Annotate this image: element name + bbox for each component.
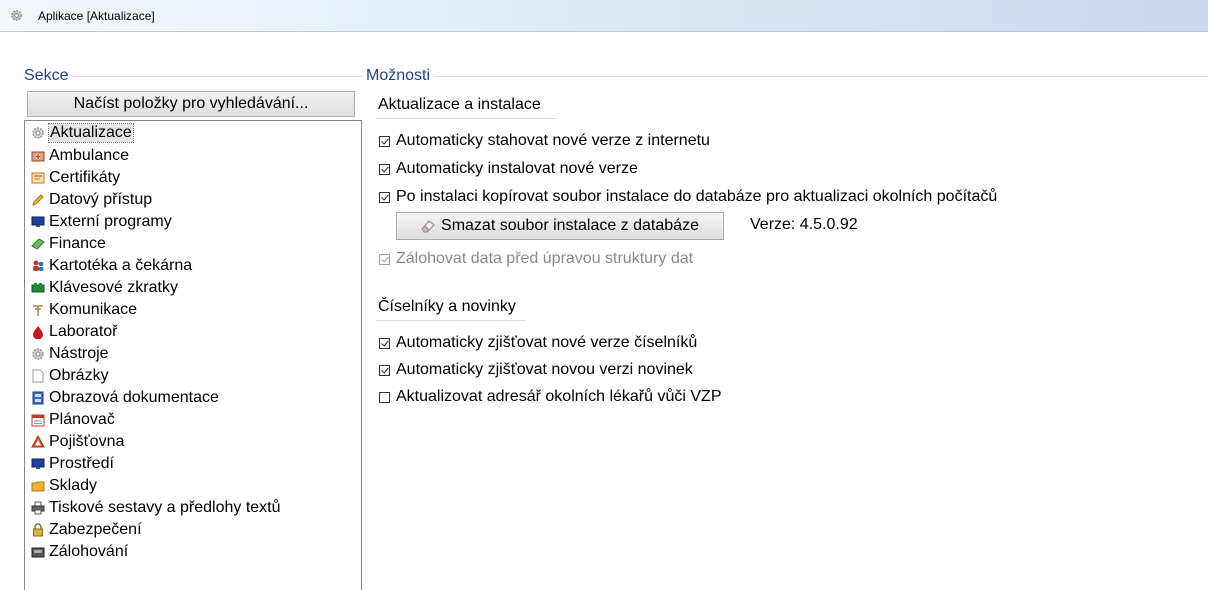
sidebar-item-obrazky[interactable]: Obrázky — [31, 365, 109, 387]
pencil-icon — [32, 194, 44, 206]
version-text: Verze: 4.5.0.92 — [750, 216, 858, 233]
sidebar-item-label: Datový přístup — [49, 191, 153, 208]
sidebar-item-label: Sklady — [49, 477, 98, 494]
monitor-icon — [31, 216, 45, 227]
sidebar-item-label: Obrazová dokumentace — [49, 389, 219, 406]
codelists-section-title: Číselníky a novinky — [378, 298, 516, 315]
download-auto-checkbox[interactable] — [379, 135, 390, 147]
sidebar-item-ambulance[interactable]: Ambulance — [31, 145, 129, 167]
sidebar-item-certifikaty[interactable]: Certifikáty — [31, 167, 120, 189]
sidebar-item-tiskove-sestavy[interactable]: Tiskové sestavy a předlohy textů — [31, 497, 281, 519]
delete-install-file-button[interactable]: Smazat soubor instalace z databáze — [396, 212, 724, 240]
sidebar-item-laborator[interactable]: Laboratoř — [31, 321, 118, 343]
sidebar-item-datovy-pristup[interactable]: Datový přístup — [31, 189, 152, 211]
options-group-line — [366, 76, 1208, 77]
sidebar-item-label: Pojišťovna — [49, 433, 125, 450]
sidebar-item-label: Ambulance — [49, 147, 130, 164]
codelist-versions-option[interactable]: Automaticky zjišťovat nové verze číselní… — [378, 332, 697, 354]
codelist-versions-label: Automaticky zjišťovat nové verze číselní… — [396, 334, 698, 351]
sidebar-item-label: Prostředí — [49, 455, 114, 472]
ambulance-icon — [31, 151, 45, 162]
copy-to-db-option[interactable]: Po instalaci kopírovat soubor instalace … — [378, 186, 997, 208]
install-auto-option[interactable]: Automaticky instalovat nové verze — [378, 158, 638, 180]
people-icon — [33, 260, 44, 271]
sidebar-item-klavesove-zkratky[interactable]: Klávesové zkratky — [31, 277, 178, 299]
backup-before-checkbox — [379, 253, 390, 265]
sidebar-item-prostredi[interactable]: Prostředí — [31, 453, 114, 475]
sidebar-item-nastroje[interactable]: Nástroje — [31, 343, 109, 365]
codelists-section-underline — [376, 320, 526, 321]
sidebar-item-finance[interactable]: Finance — [31, 233, 106, 255]
tools-gear-icon — [32, 348, 44, 360]
sidebar-item-label: Nástroje — [49, 345, 109, 362]
monitor-icon — [31, 458, 45, 469]
sections-group-line — [24, 76, 362, 77]
vzp-directory-option[interactable]: Aktualizovat adresář okolních lékařů vůč… — [378, 386, 721, 408]
sidebar-item-kartoteka[interactable]: Kartotéka a čekárna — [31, 255, 192, 277]
antenna-icon — [33, 305, 43, 316]
download-auto-option[interactable]: Automaticky stahovat nové verze z intern… — [378, 130, 710, 152]
sidebar-item-obrazova-dokumentace[interactable]: Obrazová dokumentace — [31, 387, 219, 409]
updates-section-underline — [376, 118, 556, 119]
delete-install-file-label: Smazat soubor instalace z databáze — [441, 217, 699, 234]
sections-list[interactable]: Aktualizace Ambulance Certifikáty Datový… — [24, 120, 362, 590]
sidebar-item-label: Tiskové sestavy a předlohy textů — [49, 499, 281, 516]
sidebar-item-label: Zabezpečení — [49, 521, 142, 538]
insurance-icon — [31, 435, 45, 448]
vzp-directory-checkbox[interactable] — [379, 391, 390, 403]
eraser-icon — [421, 220, 435, 233]
news-version-checkbox[interactable] — [379, 364, 390, 376]
sidebar-item-label: Laboratoř — [49, 323, 118, 340]
options-group-label: Možnosti — [366, 67, 435, 85]
money-icon — [31, 238, 45, 250]
sidebar-item-label: Plánovač — [49, 411, 115, 428]
codelist-versions-checkbox[interactable] — [379, 337, 390, 349]
keyboard-icon — [31, 283, 45, 293]
news-version-label: Automaticky zjišťovat novou verzi novine… — [396, 361, 693, 378]
copy-to-db-checkbox[interactable] — [379, 191, 390, 203]
folder-icon — [31, 481, 45, 492]
sidebar-item-komunikace[interactable]: Komunikace — [31, 299, 137, 321]
sidebar-item-label: Klávesové zkratky — [49, 279, 178, 296]
sidebar-item-label: Kartotéka a čekárna — [49, 257, 193, 274]
image-page-icon — [32, 369, 44, 383]
copy-to-db-label: Po instalaci kopírovat soubor instalace … — [396, 188, 998, 205]
sidebar-item-label: Externí programy — [49, 213, 172, 230]
certificate-icon — [31, 172, 45, 184]
backup-before-option: Zálohovat data před úpravou struktury da… — [378, 248, 693, 270]
film-icon — [32, 391, 44, 405]
sidebar-item-label: Zálohování — [49, 543, 129, 560]
sidebar-item-label: Certifikáty — [49, 169, 121, 186]
sidebar-item-pojistovna[interactable]: Pojišťovna — [31, 431, 124, 453]
sidebar-item-externi-programy[interactable]: Externí programy — [31, 211, 172, 233]
vzp-directory-label: Aktualizovat adresář okolních lékařů vůč… — [396, 388, 722, 405]
backup-before-label: Zálohovat data před úpravou struktury da… — [396, 250, 694, 267]
sections-group-label: Sekce — [24, 67, 73, 85]
lock-icon — [33, 523, 43, 537]
download-auto-label: Automaticky stahovat nové verze z intern… — [396, 132, 710, 149]
sidebar-item-zabezpeceni[interactable]: Zabezpečení — [31, 519, 142, 541]
sidebar-item-label: Obrázky — [49, 367, 109, 384]
news-version-option[interactable]: Automaticky zjišťovat novou verzi novine… — [378, 359, 693, 381]
window-title: Aplikace [Aktualizace] — [38, 9, 155, 23]
sidebar-item-label: Aktualizace — [48, 123, 134, 143]
sidebar-item-zalohovani[interactable]: Zálohování — [31, 541, 128, 563]
updates-section-title: Aktualizace a instalace — [378, 96, 541, 113]
sidebar-item-sklady[interactable]: Sklady — [31, 475, 97, 497]
sidebar-item-planovac[interactable]: Plánovač — [31, 409, 115, 431]
sidebar-item-label: Finance — [49, 235, 106, 252]
install-auto-checkbox[interactable] — [379, 163, 390, 175]
title-bar: Aplikace [Aktualizace] — [0, 0, 1208, 32]
install-auto-label: Automaticky instalovat nové verze — [396, 160, 638, 177]
sidebar-item-label: Komunikace — [49, 301, 138, 318]
disk-icon — [31, 547, 45, 558]
gear-icon — [11, 10, 22, 21]
calendar-icon — [31, 414, 45, 427]
printer-icon — [31, 501, 45, 515]
gear-icon — [32, 127, 44, 139]
blood-drop-icon — [33, 326, 43, 339]
sidebar-item-aktualizace[interactable]: Aktualizace — [31, 122, 134, 144]
load-search-items-button[interactable]: Načíst položky pro vyhledávání... — [27, 91, 355, 117]
